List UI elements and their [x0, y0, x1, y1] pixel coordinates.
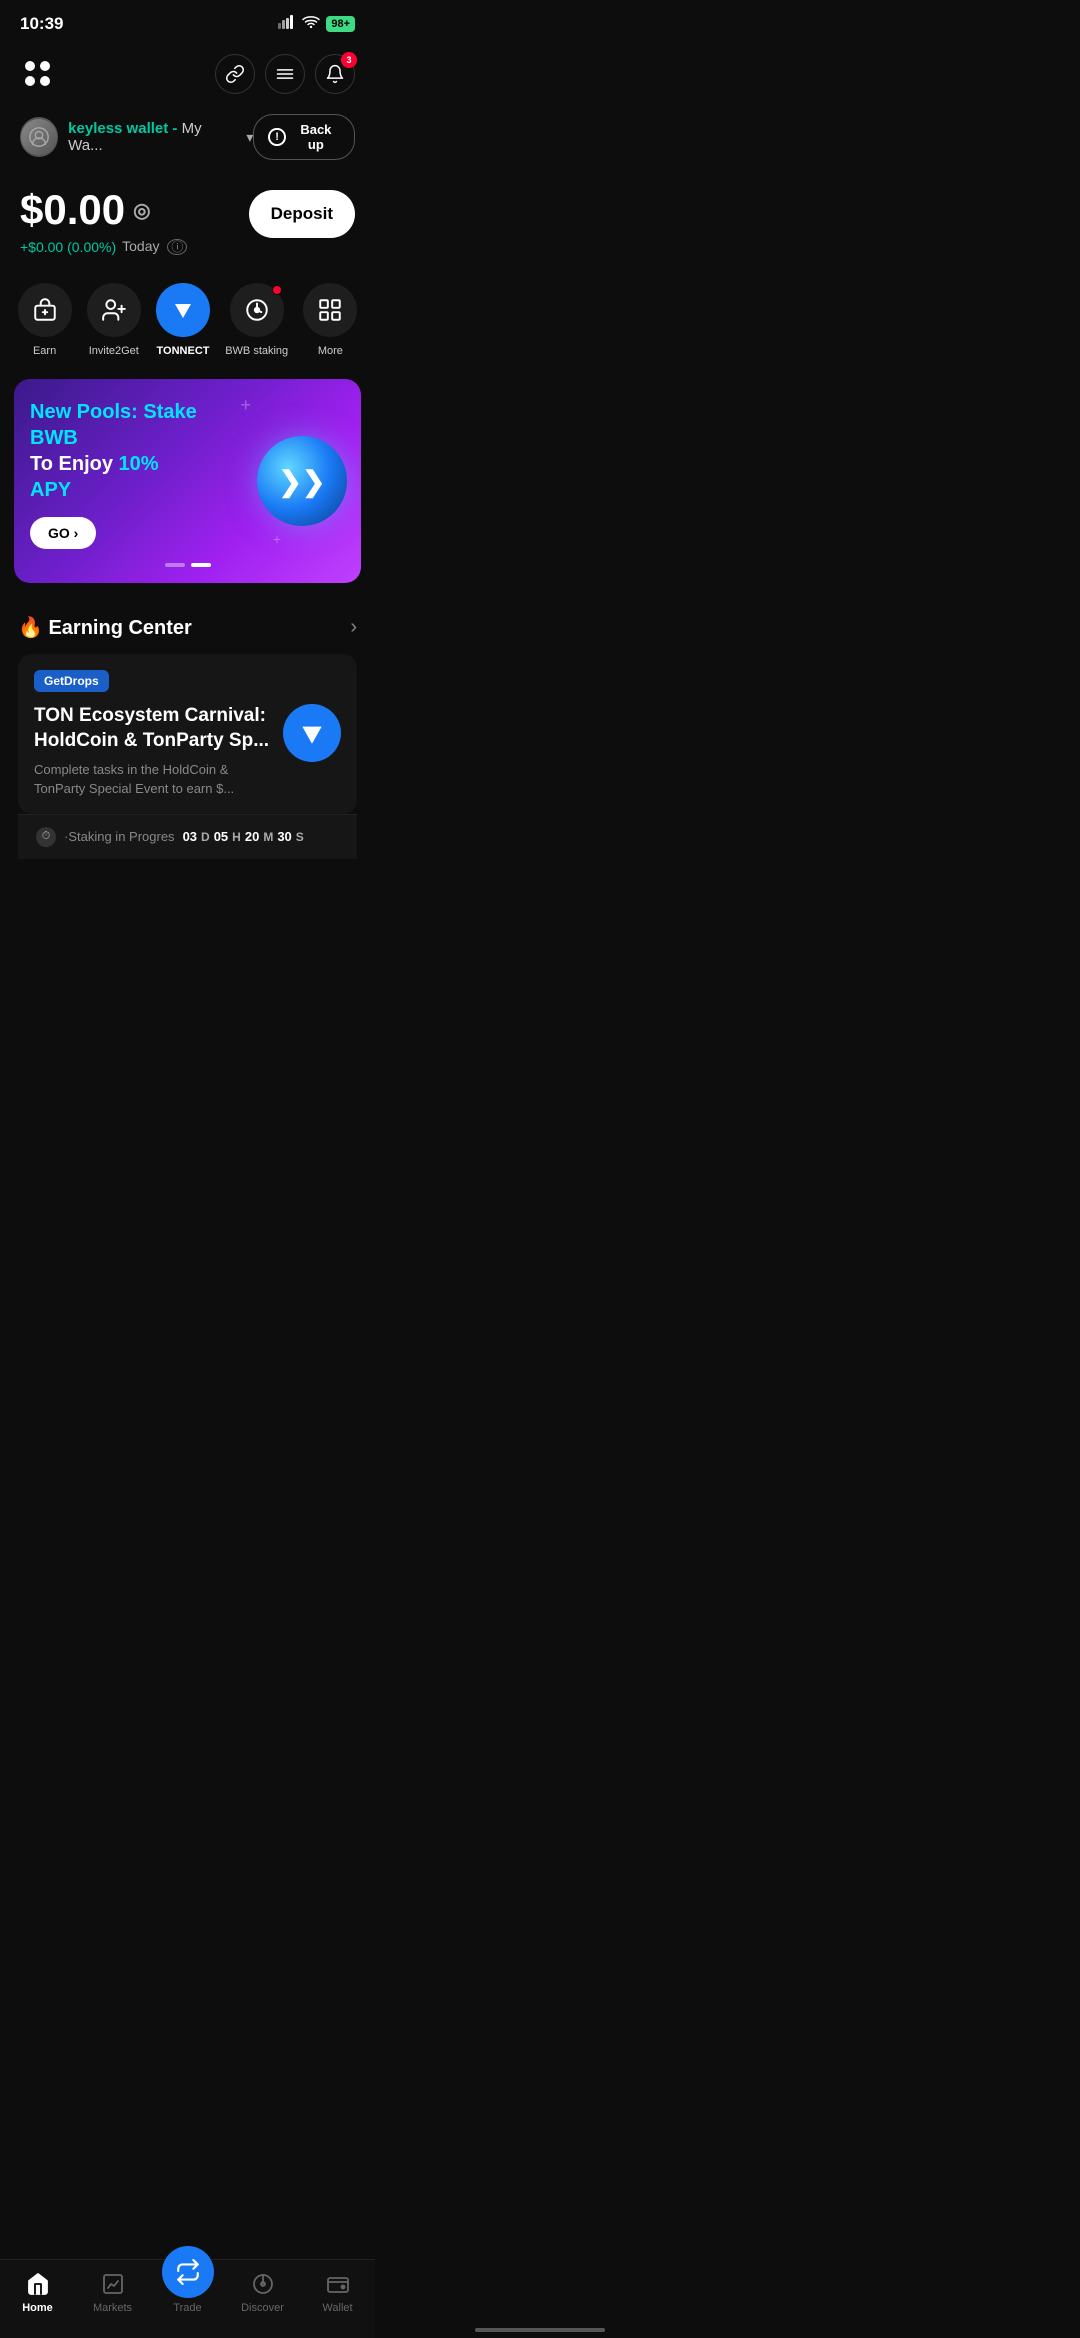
- earning-card[interactable]: GetDrops TON Ecosystem Carnival: HoldCoi…: [18, 654, 357, 814]
- balance-left: $0.00 ◎ +$0.00 (0.00%) Today ⓘ: [20, 186, 187, 255]
- earning-center-arrow-icon[interactable]: ›: [350, 616, 357, 639]
- banner-coin-image: ❯❯: [257, 436, 347, 526]
- balance-change: +$0.00 (0.00%) Today ⓘ: [20, 238, 187, 255]
- status-bar: 10:39 98+: [0, 0, 375, 44]
- wallet-row: keyless wallet - My Wa... ▾ ! Back up: [0, 104, 375, 170]
- wallet-name: keyless wallet - My Wa...: [68, 120, 232, 154]
- banner-dots: [30, 563, 345, 567]
- banner-title: New Pools: Stake BWB To Enjoy 10% APY: [30, 399, 203, 503]
- earning-card-content: TON Ecosystem Carnival: HoldCoin & TonPa…: [34, 704, 341, 798]
- header: 3: [0, 44, 375, 104]
- nav-home-label: Home: [22, 2302, 53, 2314]
- more-icon-wrap: [303, 283, 357, 337]
- nav-wallet-label: Wallet: [322, 2302, 352, 2314]
- earning-card-icon: [283, 704, 341, 762]
- balance-eye-icon[interactable]: ◎: [133, 198, 150, 223]
- bwb-notification-dot: [272, 285, 282, 295]
- staking-timer: 03 D 05 H 20 M 30 S: [183, 829, 304, 844]
- home-icon: [24, 2270, 52, 2298]
- invite-label: Invite2Get: [89, 345, 139, 357]
- getdrops-badge: GetDrops: [34, 670, 109, 692]
- deco-plus-2: +: [273, 531, 281, 547]
- status-time: 10:39: [20, 14, 63, 34]
- signal-icon: [278, 15, 296, 34]
- wallet-chevron-icon: ▾: [246, 129, 253, 146]
- action-more[interactable]: More: [303, 283, 357, 357]
- earning-card-desc: Complete tasks in the HoldCoin & TonPart…: [34, 761, 273, 797]
- menu-button[interactable]: [265, 54, 305, 94]
- link-button[interactable]: [215, 54, 255, 94]
- banner-dot-1: [165, 563, 185, 567]
- wallet-icon: [324, 2270, 352, 2298]
- home-indicator: [475, 2328, 605, 2332]
- battery-badge: 98+: [326, 16, 355, 32]
- banner-dot-2: [191, 563, 211, 567]
- wallet-info[interactable]: keyless wallet - My Wa... ▾: [20, 117, 253, 157]
- earning-card-text: TON Ecosystem Carnival: HoldCoin & TonPa…: [34, 704, 273, 798]
- promo-banner[interactable]: + + New Pools: Stake BWB To Enjoy 10% AP…: [14, 379, 361, 583]
- earn-label: Earn: [33, 345, 56, 357]
- earning-center: 🔥 Earning Center › GetDrops TON Ecosyste…: [0, 597, 375, 869]
- nav-item-markets[interactable]: Markets: [75, 2270, 150, 2314]
- tonnect-label: TONNECT: [157, 345, 210, 357]
- nav-item-trade[interactable]: Trade: [150, 2270, 225, 2314]
- balance-amount: $0.00 ◎: [20, 186, 187, 234]
- more-label: More: [318, 345, 343, 357]
- earning-card-title: TON Ecosystem Carnival: HoldCoin & TonPa…: [34, 704, 273, 753]
- nav-item-wallet[interactable]: Wallet: [300, 2270, 375, 2314]
- action-tonnect[interactable]: TONNECT: [156, 283, 210, 357]
- section-header: 🔥 Earning Center ›: [18, 615, 357, 640]
- status-icons: 98+: [278, 15, 355, 34]
- nav-discover-label: Discover: [241, 2302, 284, 2314]
- notification-button[interactable]: 3: [315, 54, 355, 94]
- bwb-label: BWB staking: [225, 345, 288, 357]
- staking-clock-icon: ⏱: [36, 827, 56, 847]
- trade-icon: [162, 2246, 214, 2298]
- nav-item-discover[interactable]: Discover: [225, 2270, 300, 2314]
- tonnect-icon-wrap: [156, 283, 210, 337]
- quick-actions: Earn Invite2Get TONNECT: [0, 263, 375, 365]
- staking-progress: ⏱ ·Staking in Progres 03 D 05 H 20 M 30 …: [18, 814, 357, 859]
- header-actions: 3: [215, 54, 355, 94]
- deco-plus-1: +: [240, 395, 251, 416]
- action-invite[interactable]: Invite2Get: [87, 283, 141, 357]
- action-bwb-staking[interactable]: BWB staking: [225, 283, 288, 357]
- earning-center-title: 🔥 Earning Center: [18, 615, 192, 640]
- earn-icon-wrap: [18, 283, 72, 337]
- bottom-nav: Home Markets Trade: [0, 2259, 375, 2338]
- balance-period: Today ⓘ: [122, 238, 187, 255]
- backup-alert-icon: !: [268, 128, 285, 146]
- deposit-button[interactable]: Deposit: [249, 190, 355, 238]
- wifi-icon: [302, 15, 320, 33]
- invite-icon-wrap: [87, 283, 141, 337]
- nav-trade-label: Trade: [173, 2302, 201, 2314]
- bwb-icon-wrap: [230, 283, 284, 337]
- staking-label: ·Staking in Progres: [64, 829, 175, 844]
- app-logo[interactable]: [20, 56, 56, 92]
- nav-item-home[interactable]: Home: [0, 2270, 75, 2314]
- action-earn[interactable]: Earn: [18, 283, 72, 357]
- discover-icon: [249, 2270, 277, 2298]
- nav-markets-label: Markets: [93, 2302, 132, 2314]
- markets-icon: [99, 2270, 127, 2298]
- balance-section: $0.00 ◎ +$0.00 (0.00%) Today ⓘ Deposit: [0, 170, 375, 263]
- wallet-avatar: [20, 117, 58, 157]
- backup-button[interactable]: ! Back up: [253, 114, 355, 160]
- notification-badge: 3: [341, 52, 357, 68]
- banner-go-button[interactable]: GO ›: [30, 517, 96, 549]
